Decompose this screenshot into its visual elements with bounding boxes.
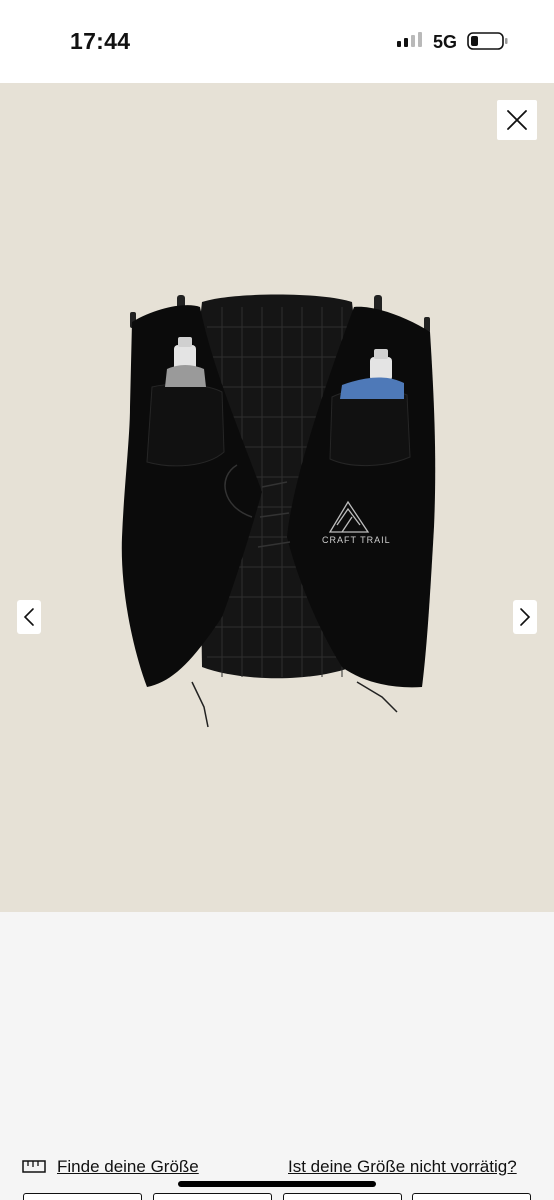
chevron-right-icon	[520, 608, 531, 626]
previous-image-button[interactable]	[17, 600, 41, 634]
home-indicator	[178, 1181, 376, 1187]
status-bar: 17:44 5G	[0, 0, 554, 83]
status-time: 17:44	[70, 28, 131, 54]
find-size-link[interactable]: Finde deine Größe	[57, 1157, 199, 1177]
battery-icon	[467, 32, 508, 50]
chevron-left-icon	[23, 608, 34, 626]
close-button[interactable]	[497, 100, 537, 140]
size-option-button[interactable]	[23, 1193, 142, 1200]
size-option-button[interactable]	[153, 1193, 272, 1200]
product-image: CRAFT TRAIL	[121, 294, 436, 728]
signal-icon	[397, 32, 422, 47]
network-label: 5G	[433, 32, 458, 52]
next-image-button[interactable]	[513, 600, 537, 634]
size-option-button[interactable]	[412, 1193, 531, 1200]
size-option-button[interactable]	[283, 1193, 402, 1200]
close-icon	[507, 110, 527, 130]
size-unavailable-link[interactable]: Ist deine Größe nicht vorrätig?	[288, 1157, 517, 1177]
product-logo-text: CRAFT TRAIL	[322, 535, 391, 545]
ruler-icon	[22, 1160, 46, 1173]
